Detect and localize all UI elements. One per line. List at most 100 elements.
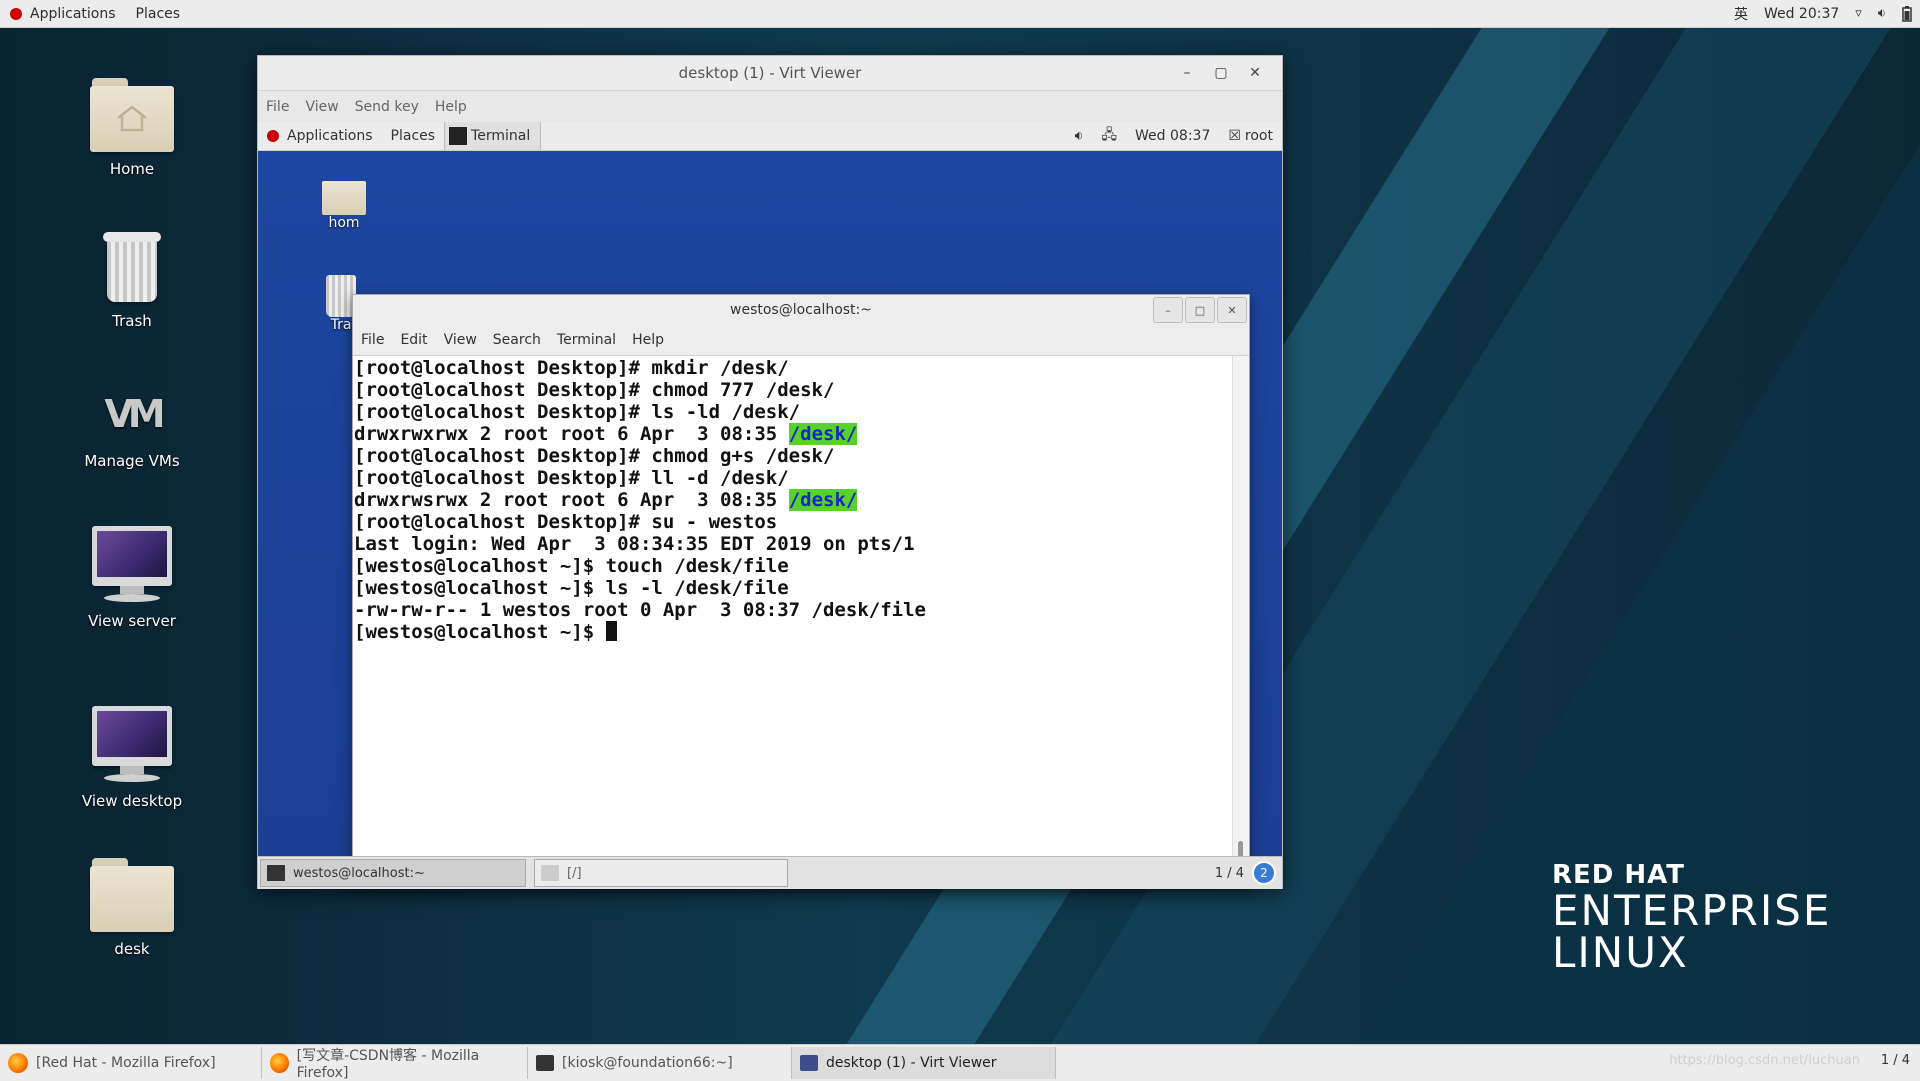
close-button[interactable]: ✕: [1238, 65, 1272, 81]
terminal-icon: [449, 127, 468, 145]
host-task-firefox-redhat[interactable]: [Red Hat - Mozilla Firefox]: [0, 1047, 262, 1079]
guest-task-file-browser[interactable]: [/]: [534, 859, 788, 887]
home-folder-icon: [322, 175, 366, 215]
terminal-menu-search[interactable]: Search: [485, 332, 549, 348]
terminal-menu-help[interactable]: Help: [624, 332, 672, 348]
places-menu[interactable]: Places: [126, 0, 191, 27]
terminal-menu-view[interactable]: View: [436, 332, 485, 348]
desktop-icon-label: View server: [88, 612, 176, 630]
guest-taskbar: westos@localhost:~ [/] 1 / 4 2: [258, 856, 1282, 889]
guest-display[interactable]: Applications Places Terminal 🔉︎ 🖧︎ Wed 0…: [258, 122, 1282, 889]
desktop-icon-label: Trash: [112, 312, 152, 330]
terminal-minimize-button[interactable]: –: [1153, 297, 1183, 323]
terminal-menubar: File Edit View Search Terminal Help: [353, 325, 1249, 356]
terminal-icon: [267, 865, 285, 881]
virt-viewer-icon: [800, 1055, 818, 1071]
terminal-output[interactable]: [root@localhost Desktop]# mkdir /desk/ […: [353, 356, 1233, 885]
user-icon: ☒: [1228, 128, 1241, 144]
applications-menu[interactable]: Applications: [0, 0, 126, 27]
desktop-icon-label: desk: [114, 940, 150, 958]
folder-icon: [90, 854, 174, 932]
notification-badge[interactable]: 2: [1252, 861, 1276, 885]
highlighted-directory: /desk/: [788, 489, 858, 511]
desktop-icon-home[interactable]: Home: [72, 74, 192, 178]
terminal-icon: [536, 1055, 554, 1071]
terminal-menu-terminal[interactable]: Terminal: [549, 332, 624, 348]
terminal-line: -rw-rw-r-- 1 westos root 0 Apr 3 08:37 /…: [354, 599, 926, 621]
guest-clock[interactable]: Wed 08:37: [1126, 128, 1219, 144]
terminal-scrollbar[interactable]: [1232, 356, 1249, 885]
terminal-line: [root@localhost Desktop]# ll -d /desk/: [354, 467, 789, 489]
host-task-terminal[interactable]: [kiosk@foundation66:~]: [528, 1047, 792, 1079]
terminal-title: westos@localhost:~: [730, 302, 872, 318]
guest-places-menu[interactable]: Places: [382, 128, 445, 144]
menu-file[interactable]: File: [258, 99, 297, 115]
firefox-icon: [270, 1053, 289, 1073]
desktop-icon-desk[interactable]: desk: [72, 854, 192, 958]
trash-icon: [101, 228, 163, 304]
guest-desktop: hom Tra westos@localhost:~ – □ ✕ File Ed…: [258, 151, 1282, 886]
terminal-line: [root@localhost Desktop]# chmod 777 /des…: [354, 379, 835, 401]
desktop-icon-view-server[interactable]: View server: [72, 526, 192, 630]
redhat-enterprise-linux-logo: RED HAT ENTERPRISE LINUX: [1552, 860, 1832, 977]
watermark: https://blog.csdn.net/luchuan: [1669, 1053, 1860, 1068]
terminal-line: drwxrwsrwx 2 root root 6 Apr 3 08:35: [354, 489, 789, 511]
terminal-line: [westos@localhost ~]$ touch /desk/file: [354, 555, 789, 577]
desktop-icon-view-desktop[interactable]: View desktop: [72, 706, 192, 810]
redhat-icon: [10, 7, 22, 20]
virt-viewer-window: desktop (1) - Virt Viewer – ▢ ✕ File Vie…: [257, 55, 1283, 889]
battery-icon[interactable]: [1894, 0, 1920, 27]
host-taskbar: [Red Hat - Mozilla Firefox] [写文章-CSDN博客 …: [0, 1044, 1920, 1081]
terminal-menu-file[interactable]: File: [353, 332, 392, 348]
host-workspace-pager[interactable]: 1 / 4: [1881, 1053, 1910, 1068]
menu-send-key[interactable]: Send key: [347, 99, 427, 115]
guest-volume-icon[interactable]: 🔉︎: [1066, 128, 1093, 144]
firefox-icon: [8, 1053, 28, 1073]
terminal-prompt: [westos@localhost ~]$: [354, 621, 606, 643]
desktop-icon-trash[interactable]: Trash: [72, 228, 192, 330]
terminal-line: [root@localhost Desktop]# su - westos: [354, 511, 778, 533]
guest-task-terminal[interactable]: westos@localhost:~: [260, 859, 526, 887]
virt-viewer-titlebar[interactable]: desktop (1) - Virt Viewer – ▢ ✕: [258, 56, 1282, 90]
terminal-cursor: [605, 621, 617, 641]
virt-viewer-menubar: File View Send key Help: [258, 90, 1282, 123]
window-title: desktop (1) - Virt Viewer: [678, 64, 862, 82]
minimize-button[interactable]: –: [1170, 65, 1204, 81]
terminal-line: [root@localhost Desktop]# ls -ld /desk/: [354, 401, 801, 423]
clock[interactable]: Wed 20:37: [1756, 0, 1847, 27]
monitor-icon: [90, 706, 174, 784]
terminal-close-button[interactable]: ✕: [1217, 297, 1247, 323]
desktop-icon-label: Home: [109, 160, 155, 178]
guest-desktop-icon-home[interactable]: hom: [322, 175, 366, 231]
terminal-menu-edit[interactable]: Edit: [392, 332, 435, 348]
terminal-window: westos@localhost:~ – □ ✕ File Edit View …: [352, 294, 1250, 886]
desktop-icon-manage-vms[interactable]: VM Manage VMs: [72, 384, 192, 470]
guest-top-panel: Applications Places Terminal 🔉︎ 🖧︎ Wed 0…: [258, 122, 1282, 151]
menu-view[interactable]: View: [297, 99, 346, 115]
volume-icon[interactable]: 🔉︎: [1870, 0, 1894, 27]
highlighted-directory: /desk/: [788, 423, 858, 445]
vm-manager-icon: VM: [104, 392, 165, 436]
guest-workspace-pager[interactable]: 1 / 4: [1207, 866, 1252, 881]
menu-help[interactable]: Help: [427, 99, 475, 115]
host-task-firefox-csdn[interactable]: [写文章-CSDN博客 - Mozilla Firefox]: [262, 1047, 528, 1081]
terminal-line: [westos@localhost ~]$ ls -l /desk/file: [354, 577, 789, 599]
input-method-indicator[interactable]: 英: [1726, 0, 1756, 27]
top-panel: Applications Places 英 Wed 20:37 ▿ 🔉︎: [0, 0, 1920, 28]
host-task-virt-viewer[interactable]: desktop (1) - Virt Viewer: [792, 1047, 1056, 1079]
redhat-icon: [267, 130, 279, 142]
guest-network-icon[interactable]: 🖧︎: [1092, 124, 1126, 148]
wifi-icon[interactable]: ▿: [1847, 0, 1870, 27]
terminal-maximize-button[interactable]: □: [1185, 297, 1215, 323]
terminal-line: Last login: Wed Apr 3 08:34:35 EDT 2019 …: [354, 533, 915, 555]
home-folder-icon: [90, 74, 174, 152]
file-manager-icon: [541, 865, 559, 881]
guest-terminal-app-tab[interactable]: Terminal: [444, 122, 542, 150]
desktop-icon-label: Manage VMs: [84, 452, 180, 470]
terminal-line: [root@localhost Desktop]# chmod g+s /des…: [354, 445, 835, 467]
monitor-icon: [90, 526, 174, 604]
terminal-titlebar[interactable]: westos@localhost:~ – □ ✕: [353, 295, 1249, 325]
guest-applications-menu[interactable]: Applications: [258, 128, 382, 144]
maximize-button[interactable]: ▢: [1204, 65, 1238, 81]
guest-user-menu[interactable]: ☒ root: [1219, 128, 1282, 144]
